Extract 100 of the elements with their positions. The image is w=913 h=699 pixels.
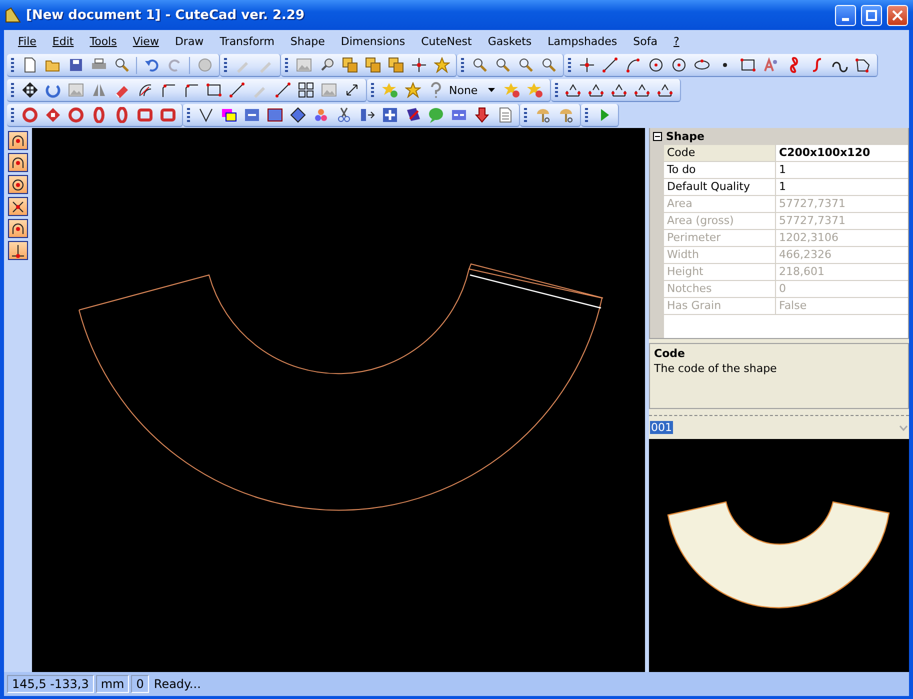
window-title: [New document 1] - CuteCad ver. 2.29	[26, 8, 306, 22]
star-plus-icon	[382, 82, 398, 98]
caret-icon	[488, 88, 495, 92]
menu-item[interactable]: Gaskets	[480, 33, 540, 50]
ring-icon	[22, 107, 38, 123]
corner-icon	[182, 82, 198, 98]
property-value[interactable]: 1	[776, 179, 908, 195]
document-list-icon	[496, 107, 512, 123]
snap-icon	[11, 200, 25, 214]
dimension-icon	[611, 82, 628, 98]
line-icon	[274, 82, 290, 98]
dimension-icon	[565, 82, 582, 98]
redo-icon	[166, 57, 182, 73]
letter-icon	[762, 57, 778, 73]
panel-icon	[266, 107, 282, 123]
snap-icon	[11, 244, 25, 258]
mushroom-icon	[558, 107, 574, 123]
exit-icon	[358, 107, 374, 123]
property-value[interactable]: 1	[776, 162, 908, 178]
snap-icon	[11, 222, 25, 236]
stacked-squares-icon	[342, 57, 358, 73]
description-title: Code	[654, 347, 686, 360]
menu-item[interactable]: Draw	[166, 33, 212, 50]
dot-icon	[722, 63, 726, 67]
menu-item[interactable]: Tools	[82, 33, 125, 50]
rounded-rectangle-icon	[160, 107, 176, 123]
crosshair-icon	[578, 57, 594, 73]
menu-item[interactable]: Shape	[282, 33, 333, 50]
down-arrow-icon	[474, 107, 490, 123]
star-icon	[434, 57, 450, 73]
mirror-icon	[90, 82, 106, 98]
parallel-arcs-icon	[136, 82, 152, 98]
menu-item[interactable]: ?	[665, 33, 688, 50]
minimize-icon	[842, 18, 849, 20]
close-button[interactable]	[887, 4, 908, 26]
menu-item[interactable]: Lampshades	[540, 33, 626, 50]
property-value[interactable]: C200x100x120	[776, 145, 908, 161]
polygon-icon	[854, 57, 870, 73]
snap-button[interactable]	[8, 175, 28, 194]
scissors-icon	[336, 107, 352, 123]
menu-item[interactable]: View	[124, 33, 167, 50]
grid-icon	[298, 82, 314, 98]
snap-icon	[11, 156, 25, 170]
count: 0	[131, 675, 149, 693]
stacked-squares-icon	[388, 57, 404, 73]
unit: mm	[96, 675, 130, 693]
property-name[interactable]: Code	[664, 145, 776, 161]
rectangle-icon	[740, 57, 756, 73]
magnifier-icon	[540, 57, 556, 73]
color-layers-icon	[220, 107, 236, 123]
star-minus-icon	[504, 82, 520, 98]
maximize-button[interactable]	[861, 4, 882, 26]
diamond-icon	[290, 107, 306, 123]
menu-item[interactable]: Dimensions	[332, 33, 414, 50]
undo-icon	[144, 57, 160, 73]
menu-item[interactable]: Edit	[44, 33, 82, 50]
minus-square-icon	[244, 107, 260, 123]
shrink-icon	[450, 107, 466, 123]
menu-item[interactable]: Transform	[212, 33, 282, 50]
picture-icon	[296, 57, 312, 73]
magnifier-icon	[114, 57, 130, 73]
description-text: The code of the shape	[654, 362, 778, 375]
category-label: Shape	[666, 130, 705, 143]
move-icon	[22, 82, 38, 98]
snap-icon	[11, 134, 25, 148]
plus-square-icon	[382, 107, 398, 123]
snap-button[interactable]	[8, 153, 28, 172]
magnifier-icon	[472, 57, 488, 73]
property-name[interactable]: To do	[664, 162, 776, 178]
rectangle-icon	[206, 82, 222, 98]
snap-button[interactable]	[8, 219, 28, 238]
snap-button[interactable]	[8, 197, 28, 216]
colored-circles-icon	[312, 107, 328, 123]
speech-bubble-icon	[428, 107, 444, 123]
snap-button[interactable]	[8, 131, 28, 150]
star-icon	[404, 82, 420, 98]
picture-icon	[68, 82, 84, 98]
magnifier-icon	[518, 57, 534, 73]
circle-icon	[670, 57, 686, 73]
line-icon	[228, 82, 244, 98]
collapse-icon[interactable]	[653, 132, 662, 141]
diagonal-arrow-icon	[344, 82, 360, 98]
menu-item[interactable]: Sofa	[625, 33, 666, 50]
dropdown[interactable]: None	[447, 84, 501, 96]
arc-icon	[624, 57, 640, 73]
snap-button[interactable]	[8, 241, 28, 260]
status-message: Ready...	[152, 677, 201, 691]
circle-icon	[648, 57, 664, 73]
menu-item[interactable]: File	[10, 33, 44, 50]
crosshair-icon	[410, 57, 426, 73]
minimize-button[interactable]	[835, 4, 856, 26]
dimension-icon	[588, 82, 604, 98]
mushroom-icon	[534, 107, 550, 123]
diamond-icon	[44, 107, 60, 123]
rounded-rectangle-icon	[136, 107, 152, 123]
coordinates: 145,5 -133,3	[7, 675, 94, 693]
menu-item[interactable]: CuteNest	[413, 33, 480, 50]
selected-text: 001	[650, 421, 673, 434]
v-shape-icon	[198, 107, 214, 123]
new-file-icon	[22, 57, 38, 73]
